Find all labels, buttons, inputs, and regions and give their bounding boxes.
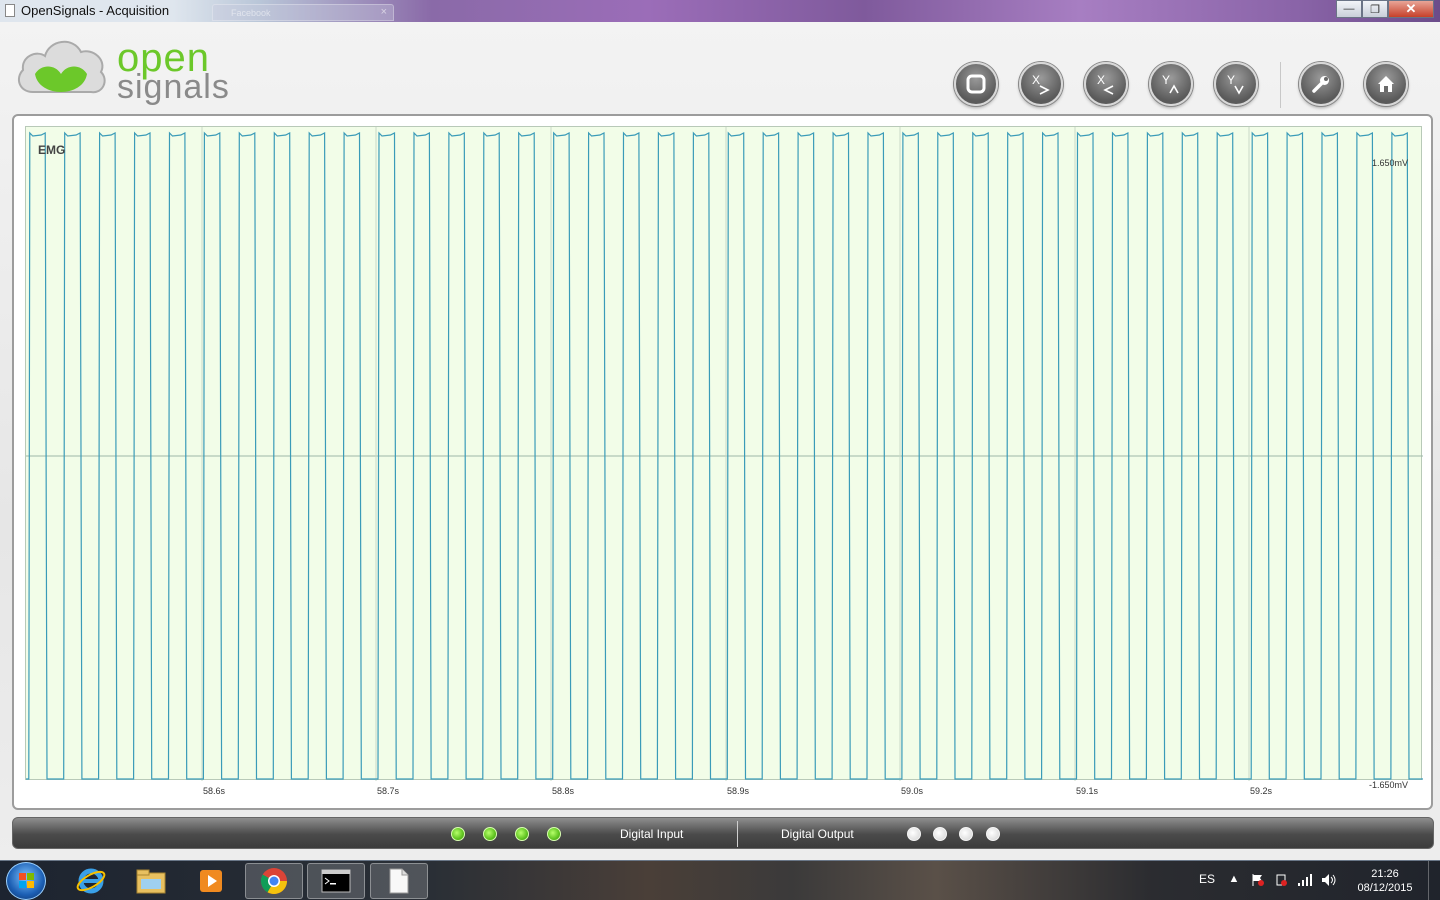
- x-tick-label: 58.9s: [727, 786, 750, 796]
- signal-bars-icon: [1298, 874, 1312, 886]
- window-titlebar: OpenSignals - Acquisition Facebook × — ❐…: [0, 0, 1440, 22]
- settings-button[interactable]: [1299, 62, 1343, 106]
- opensignals-logo: open signals: [15, 34, 235, 104]
- x-zoom-out-button[interactable]: X: [1084, 62, 1128, 106]
- language-indicator[interactable]: ES: [1199, 872, 1215, 886]
- taskbar-media-player[interactable]: [182, 863, 240, 899]
- y-zoom-in-button[interactable]: Y: [1149, 62, 1193, 106]
- window-controls: — ❐ ✕: [1336, 0, 1434, 18]
- x-tick-label: 59.0s: [901, 786, 924, 796]
- digital-input-led-1[interactable]: [451, 827, 465, 841]
- chrome-icon: [260, 868, 288, 895]
- y-zoom-out-button[interactable]: Y: [1214, 62, 1258, 106]
- signal-plot-panel: EMG 1.650mV -1.650mV 58.6s 58.7s 58.8s 5…: [12, 114, 1433, 810]
- stop-button[interactable]: [954, 62, 998, 106]
- x-tick-label: 59.1s: [1076, 786, 1099, 796]
- minimize-button[interactable]: —: [1336, 0, 1362, 18]
- file-explorer-icon: [136, 869, 166, 894]
- home-button[interactable]: [1364, 62, 1408, 106]
- taskbar-command-prompt[interactable]: [307, 863, 365, 899]
- emg-signal-chart: [26, 127, 1423, 781]
- show-desktop-button[interactable]: [1428, 861, 1440, 900]
- background-browser-tab[interactable]: Facebook ×: [212, 4, 394, 21]
- digital-input-led-2[interactable]: [483, 827, 497, 841]
- x-tick-label: 58.8s: [552, 786, 575, 796]
- signal-plot-area[interactable]: EMG 1.650mV -1.650mV 58.6s 58.7s 58.8s 5…: [25, 126, 1423, 796]
- y-min-label: -1.650mV: [1368, 780, 1408, 790]
- svg-text:X: X: [1032, 73, 1040, 87]
- digital-io-bar: Digital Input Digital Output: [12, 817, 1434, 849]
- show-hidden-icons-icon[interactable]: ▲: [1226, 873, 1242, 889]
- document-icon: [5, 4, 15, 17]
- logo-text-signals: signals: [117, 68, 230, 106]
- taskbar-file-explorer[interactable]: [122, 863, 180, 899]
- network-signal-icon[interactable]: [1297, 873, 1313, 889]
- flag-warning-icon: [1252, 874, 1264, 886]
- y-up-icon: Y: [1162, 73, 1179, 94]
- io-divider: [737, 821, 738, 847]
- internet-explorer-icon: [76, 868, 106, 894]
- clock-date: 08/12/2015: [1357, 882, 1413, 894]
- clock-time: 21:26: [1371, 868, 1399, 880]
- stop-square-icon: [966, 74, 986, 94]
- window-title: OpenSignals - Acquisition: [21, 3, 170, 18]
- taskbar-internet-explorer[interactable]: [62, 863, 120, 899]
- home-icon: [1378, 76, 1394, 92]
- y-max-label: 1.650mV: [1371, 158, 1408, 168]
- media-player-icon: [200, 870, 222, 892]
- speaker-icon: [1322, 874, 1336, 886]
- y-down-icon: Y: [1227, 73, 1244, 95]
- digital-input-led-4[interactable]: [547, 827, 561, 841]
- action-center-flag-icon[interactable]: [1250, 873, 1266, 889]
- channel-label: EMG: [38, 143, 66, 157]
- maximize-button[interactable]: ❐: [1362, 0, 1388, 18]
- close-button[interactable]: ✕: [1388, 0, 1434, 18]
- digital-output-label: Digital Output: [781, 827, 854, 841]
- toolbar-divider: [1280, 62, 1281, 108]
- digital-output-led-3[interactable]: [959, 827, 973, 841]
- x-tick-label: 58.6s: [203, 786, 226, 796]
- svg-text:Y: Y: [1162, 73, 1170, 87]
- x-greater-icon: X: [1032, 73, 1050, 95]
- digital-output-led-4[interactable]: [986, 827, 1000, 841]
- digital-output-led-2[interactable]: [933, 827, 947, 841]
- x-less-icon: X: [1097, 73, 1114, 95]
- x-tick-label: 58.7s: [377, 786, 400, 796]
- windows-taskbar: ES ▲ 21:26 08/12/2015: [0, 860, 1440, 900]
- volume-icon[interactable]: [1321, 873, 1337, 889]
- blank-document-icon: [389, 868, 409, 894]
- x-zoom-in-button[interactable]: X: [1019, 62, 1063, 106]
- close-icon[interactable]: ×: [381, 6, 387, 18]
- power-plug-icon[interactable]: [1273, 873, 1289, 889]
- command-prompt-icon: [321, 869, 351, 893]
- background-tab-label: Facebook: [231, 8, 271, 18]
- digital-input-label: Digital Input: [620, 827, 684, 841]
- taskbar-chrome[interactable]: [245, 863, 303, 899]
- digital-output-led-1[interactable]: [907, 827, 921, 841]
- svg-text:Y: Y: [1227, 73, 1235, 87]
- digital-input-led-3[interactable]: [515, 827, 529, 841]
- svg-text:X: X: [1097, 73, 1105, 87]
- windows-logo-icon: [19, 873, 34, 888]
- taskbar-document[interactable]: [370, 863, 428, 899]
- start-button[interactable]: [6, 862, 46, 900]
- x-tick-label: 59.2s: [1250, 786, 1273, 796]
- battery-icon: [1276, 874, 1287, 886]
- app-window: open signals X X Y Y EMG 1.650mV -1.650m…: [0, 22, 1440, 860]
- system-clock[interactable]: 21:26 08/12/2015: [1352, 867, 1418, 895]
- cloud-logo-icon: [17, 41, 106, 94]
- wrench-icon: [1312, 76, 1329, 93]
